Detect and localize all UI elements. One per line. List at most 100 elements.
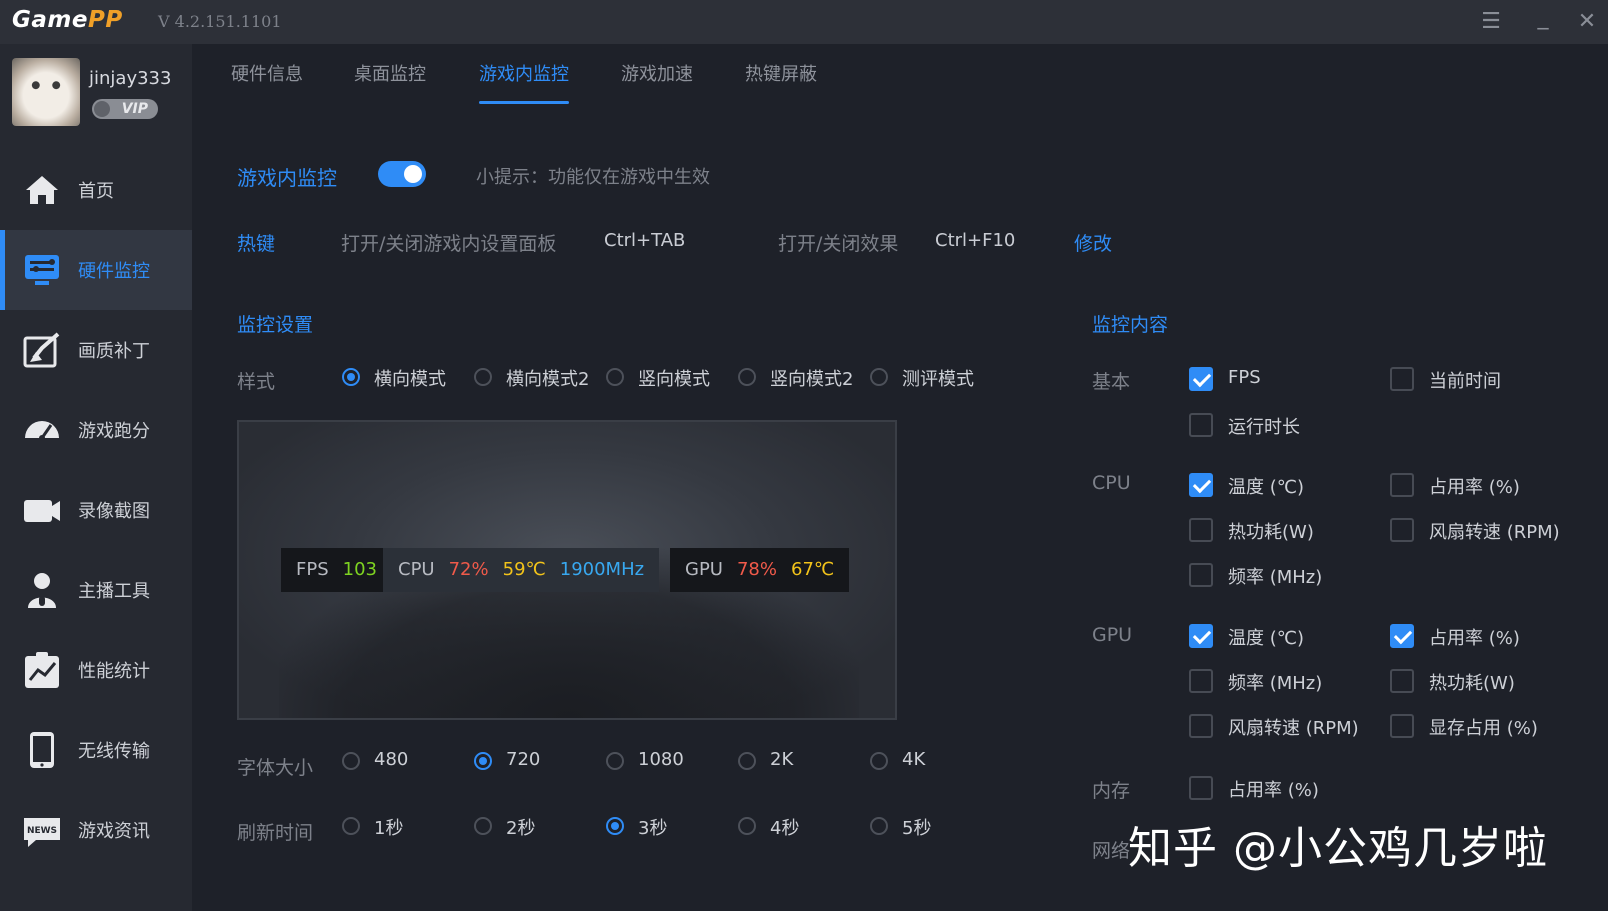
sidebar-item-home[interactable]: 首页 [0, 150, 192, 230]
refresh-radio-3s[interactable] [606, 817, 624, 835]
checkbox-label: 热功耗(W) [1228, 522, 1314, 543]
svg-text:NEWS: NEWS [27, 826, 57, 836]
checkbox-gpu-usage[interactable] [1390, 624, 1414, 648]
tab-hotkey-block[interactable]: 热键屏蔽 [745, 60, 817, 104]
checkbox-cpu-temp[interactable] [1189, 473, 1213, 497]
modify-link[interactable]: 修改 [1074, 229, 1112, 256]
refresh-radio-1s[interactable] [342, 817, 360, 835]
hud-gpu: GPU 78% 67℃ [670, 548, 850, 592]
checkbox-label: 热功耗(W) [1429, 673, 1515, 694]
user-panel: jinjay333 VIP [0, 44, 192, 144]
minimize-button[interactable]: _ [1528, 4, 1558, 32]
font-radio-1080[interactable] [606, 752, 624, 770]
watermark: 知乎 @小公鸡几岁啦 [1128, 823, 1548, 874]
style-label: 样式 [237, 371, 276, 393]
page-title: 游戏内监控 [237, 166, 337, 190]
monitor-settings-title: 监控设置 [237, 314, 314, 336]
refresh-radio-2s[interactable] [474, 817, 492, 835]
font-radio-2k[interactable] [738, 752, 756, 770]
sidebar-item-label: 硬件监控 [78, 261, 150, 282]
sidebar-item-label: 首页 [78, 181, 114, 202]
style-radio-review[interactable] [870, 368, 888, 386]
sidebar-item-label: 画质补丁 [78, 341, 150, 362]
monitor-toggle[interactable] [378, 161, 426, 187]
style-option-label: 测评模式 [902, 369, 974, 390]
checkbox-mem-usage[interactable] [1189, 776, 1213, 800]
refresh-radio-4s[interactable] [738, 817, 756, 835]
tab-bar: 硬件信息 桌面监控 游戏内监控 游戏加速 热键屏蔽 [192, 44, 1608, 106]
checkbox-cpu-freq[interactable] [1189, 563, 1213, 587]
checkbox-current-time[interactable] [1390, 367, 1414, 391]
checkbox-gpu-temp[interactable] [1189, 624, 1213, 648]
group-label-network: 网络 [1092, 840, 1131, 862]
sidebar-item-performance-stats[interactable]: 性能统计 [0, 630, 192, 710]
close-button[interactable]: ✕ [1572, 8, 1602, 36]
app-version: V 4.2.151.1101 [158, 12, 282, 31]
checkbox-label: 运行时长 [1228, 417, 1300, 438]
speedometer-icon [25, 421, 59, 441]
style-radio-horizontal[interactable] [342, 368, 360, 386]
checkbox-label: 占用率 (%) [1228, 780, 1319, 801]
checkbox-fps[interactable] [1189, 367, 1213, 391]
font-option-label: 480 [374, 749, 409, 770]
font-radio-4k[interactable] [870, 752, 888, 770]
font-radio-720[interactable] [474, 752, 492, 770]
checkbox-label: 当前时间 [1429, 371, 1501, 392]
checkbox-cpu-fan[interactable] [1390, 518, 1414, 542]
refresh-option-label: 2秒 [506, 818, 536, 839]
tab-desktop-monitor[interactable]: 桌面监控 [354, 60, 426, 104]
news-icon: NEWS [24, 818, 60, 847]
vip-badge: VIP [92, 99, 158, 119]
sidebar-item-hardware-monitor[interactable]: 硬件监控 [0, 230, 192, 310]
sidebar-item-benchmark[interactable]: 游戏跑分 [0, 390, 192, 470]
checkbox-label: 频率 (MHz) [1228, 673, 1323, 694]
checkbox-label: 显存占用 (%) [1429, 718, 1538, 739]
hotkey-panel-key: Ctrl+TAB [604, 230, 686, 251]
username: jinjay333 [89, 68, 172, 89]
style-radio-vertical[interactable] [606, 368, 624, 386]
checkbox-cpu-power[interactable] [1189, 518, 1213, 542]
sidebar-item-label: 性能统计 [78, 661, 150, 682]
checkbox-label: 温度 (℃) [1228, 628, 1304, 649]
refresh-radio-5s[interactable] [870, 817, 888, 835]
sidebar-item-game-news[interactable]: NEWS 游戏资讯 [0, 790, 192, 870]
stats-chart-icon [25, 652, 59, 688]
hud-cpu: CPU 72% 59℃ 1900MHz [383, 548, 660, 592]
checkbox-run-time[interactable] [1189, 413, 1213, 437]
sidebar-item-label: 游戏资讯 [78, 821, 150, 842]
style-radio-vertical2[interactable] [738, 368, 756, 386]
refresh-label: 刷新时间 [237, 822, 314, 844]
phone-icon [30, 732, 54, 768]
checkbox-gpu-freq[interactable] [1189, 669, 1213, 693]
checkbox-label: FPS [1228, 367, 1261, 388]
group-label-memory: 内存 [1092, 780, 1131, 802]
tab-game-boost[interactable]: 游戏加速 [621, 60, 693, 104]
app-logo: GamePP [12, 7, 123, 33]
style-radio-horizontal2[interactable] [474, 368, 492, 386]
font-option-label: 1080 [638, 749, 684, 770]
tab-hardware-info[interactable]: 硬件信息 [231, 60, 303, 104]
tab-ingame-monitor[interactable]: 游戏内监控 [479, 60, 569, 104]
checkbox-gpu-power[interactable] [1390, 669, 1414, 693]
sidebar-item-wireless-transfer[interactable]: 无线传输 [0, 710, 192, 790]
sidebar-item-streamer-tools[interactable]: 主播工具 [0, 550, 192, 630]
checkbox-label: 风扇转速 (RPM) [1228, 718, 1359, 739]
sidebar-item-quality-patch[interactable]: 画质补丁 [0, 310, 192, 390]
menu-icon[interactable]: ☰ [1476, 8, 1506, 36]
sidebar-item-recording[interactable]: 录像截图 [0, 470, 192, 550]
checkbox-label: 风扇转速 (RPM) [1429, 522, 1560, 543]
style-option-label: 竖向模式2 [770, 369, 854, 390]
checkbox-cpu-usage[interactable] [1390, 473, 1414, 497]
hotkey-effect-label: 打开/关闭效果 [778, 233, 899, 255]
avatar[interactable] [12, 58, 80, 126]
group-label-gpu: GPU [1092, 624, 1133, 646]
refresh-option-label: 1秒 [374, 818, 404, 839]
streamer-icon [28, 573, 56, 608]
checkbox-gpu-vram[interactable] [1390, 714, 1414, 738]
sidebar-item-label: 游戏跑分 [78, 421, 150, 442]
sidebar-item-label: 无线传输 [78, 741, 150, 762]
checkbox-label: 温度 (℃) [1228, 477, 1304, 498]
font-size-label: 字体大小 [237, 757, 314, 779]
font-radio-480[interactable] [342, 752, 360, 770]
checkbox-gpu-fan[interactable] [1189, 714, 1213, 738]
